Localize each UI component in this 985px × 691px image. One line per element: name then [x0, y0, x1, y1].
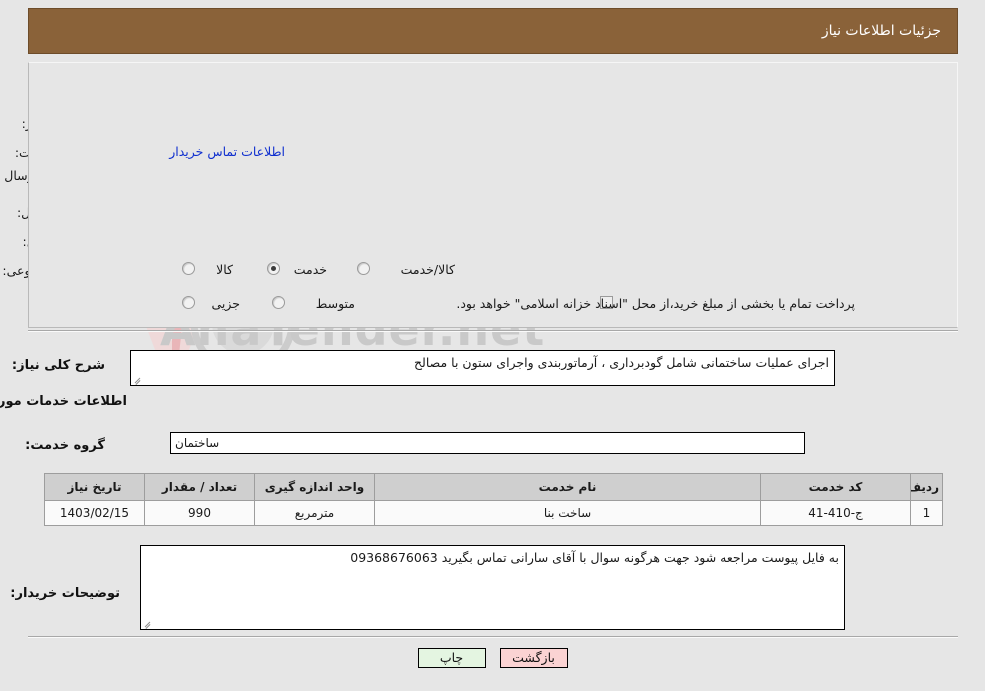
resize-grip-icon-2[interactable] [143, 616, 155, 629]
footer-buttons: بازگشت چاپ [0, 648, 985, 668]
col-header-qty: تعداد / مقدار [144, 473, 255, 501]
need-summary-value: اجرای عملیات ساختمانی شامل گودبرداری ، آ… [413, 355, 829, 370]
services-section-heading: اطلاعات خدمات مورد نیاز [0, 394, 127, 409]
cell-unit: مترمربع [254, 500, 375, 526]
section-divider-top [28, 330, 958, 332]
col-header-unit: واحد اندازه گیری [254, 473, 375, 501]
category-label-khedmat: خدمت [293, 262, 327, 277]
back-button[interactable]: بازگشت [499, 648, 568, 668]
table-header-row: ردیف کد خدمت نام خدمت واحد اندازه گیری ت… [44, 473, 943, 501]
col-header-radif: ردیف [910, 473, 943, 501]
col-header-code: کد خدمت [760, 473, 911, 501]
purchase-type-label-jozee: جزیی [211, 296, 240, 311]
service-group-label: گروه خدمت: [25, 438, 105, 453]
purchase-type-radio-jozee[interactable] [182, 296, 195, 309]
col-header-name: نام خدمت [374, 473, 761, 501]
buyer-contact-link[interactable]: اطلاعات تماس خریدار [169, 144, 285, 159]
resize-grip-icon[interactable] [133, 372, 145, 385]
treasury-note-label: پرداخت تمام یا بخشی از مبلغ خرید،از محل … [456, 296, 855, 311]
cell-qty: 990 [144, 500, 255, 526]
purchase-type-radio-motevaset[interactable] [272, 296, 285, 309]
col-header-date: تاریخ نیاز [44, 473, 145, 501]
cell-radif: 1 [910, 500, 943, 526]
category-radio-kala[interactable] [182, 262, 195, 275]
table-row: 1 ج-410-41 ساخت بنا مترمربع 990 1403/02/… [44, 500, 943, 526]
buyer-notes-textarea[interactable]: به فایل پیوست مراجعه شود جهت هرگونه سوال… [140, 545, 845, 630]
cell-code: ج-410-41 [760, 500, 911, 526]
window-title-bar: جزئیات اطلاعات نیاز [28, 8, 958, 54]
cell-date: 1403/02/15 [44, 500, 145, 526]
page-title: جزئیات اطلاعات نیاز [821, 23, 941, 39]
services-table: ردیف کد خدمت نام خدمت واحد اندازه گیری ت… [44, 473, 943, 526]
need-summary-label: شرح کلی نیاز: [11, 358, 105, 373]
need-summary-textarea[interactable]: اجرای عملیات ساختمانی شامل گودبرداری ، آ… [130, 350, 835, 386]
category-radio-kala-khedmat[interactable] [357, 262, 370, 275]
buyer-notes-label: توضیحات خریدار: [10, 586, 120, 601]
service-group-value: ساختمان [170, 432, 805, 454]
page-root: AnaTender.net جزئیات اطلاعات نیاز شماره … [0, 0, 985, 691]
section-divider-bottom [28, 636, 958, 638]
buyer-notes-value: به فایل پیوست مراجعه شود جهت هرگونه سوال… [350, 550, 839, 565]
category-label-kala: کالا [216, 262, 233, 277]
need-info-panel [28, 62, 958, 328]
print-button[interactable]: چاپ [417, 648, 486, 668]
category-radio-khedmat[interactable] [267, 262, 280, 275]
cell-name: ساخت بنا [374, 500, 761, 526]
purchase-type-label-motevaset: متوسط [315, 296, 355, 311]
category-label-kala-khedmat: کالا/خدمت [400, 262, 455, 277]
